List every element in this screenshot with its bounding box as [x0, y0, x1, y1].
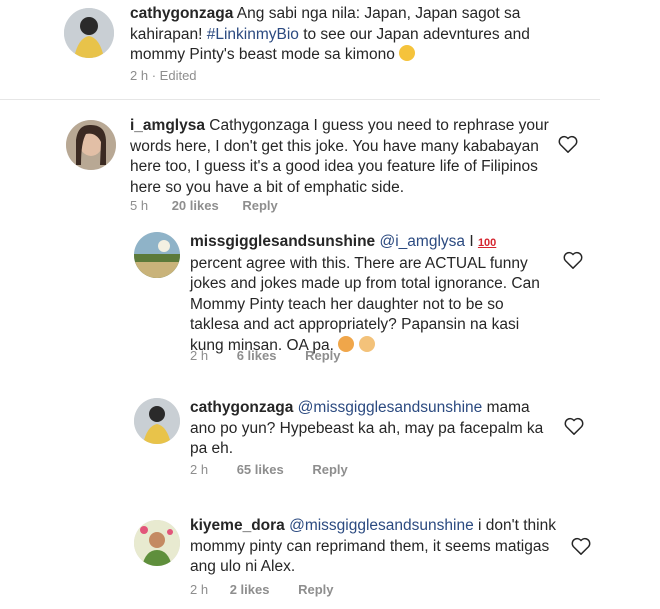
mention-link[interactable]: @i_amglysa	[380, 233, 466, 250]
hashtag-link[interactable]: #LinkinmyBio	[207, 26, 299, 43]
reply-button[interactable]: Reply	[305, 348, 340, 363]
reply-button[interactable]: Reply	[298, 582, 333, 597]
mention-link[interactable]: @missgigglesandsunshine	[289, 517, 474, 534]
comment-time: 2 h	[190, 462, 209, 477]
reply-button[interactable]: Reply	[312, 462, 347, 477]
comment-meta: 5 h 20 likes Reply	[130, 198, 278, 213]
comment-meta: 2 h 2 likes Reply	[190, 582, 334, 597]
separator: ·	[151, 68, 157, 83]
heart-outline-icon[interactable]	[563, 416, 585, 436]
heart-outline-icon[interactable]	[570, 536, 592, 556]
fingers-crossed-emoji	[358, 335, 375, 352]
heart-outline-icon[interactable]	[557, 134, 579, 154]
avatar[interactable]	[66, 120, 116, 170]
hundred-points-emoji: 100	[477, 237, 497, 249]
divider	[0, 99, 600, 100]
comment-meta: 2 h 6 likes Reply	[190, 348, 341, 363]
comment-time: 2 h	[190, 582, 209, 597]
avatar[interactable]	[134, 520, 180, 566]
comment-text: i_amglysa Cathygonzaga I guess you need …	[130, 116, 550, 198]
reply-button[interactable]: Reply	[242, 198, 277, 213]
grinning-sweat-emoji	[399, 45, 416, 61]
likes-count[interactable]: 6 likes	[237, 348, 277, 363]
likes-count[interactable]: 20 likes	[172, 198, 219, 213]
likes-count[interactable]: 2 likes	[230, 582, 270, 597]
avatar[interactable]	[64, 8, 114, 58]
comment-text: cathygonzaga Ang sabi nga nila: Japan, J…	[130, 4, 550, 66]
comment-username[interactable]: cathygonzaga	[190, 399, 293, 416]
comment-text: missgigglesandsunshine @i_amglysa I 100 …	[190, 232, 550, 356]
comment-username[interactable]: kiyeme_dora	[190, 517, 285, 534]
comment-body-pre: I	[465, 233, 478, 250]
avatar[interactable]	[134, 232, 180, 278]
comment-time: 2 h	[130, 68, 149, 83]
comment-meta: 2 h · Edited	[130, 68, 197, 83]
avatar[interactable]	[134, 398, 180, 444]
comment-text: cathygonzaga @missgigglesandsunshine mam…	[190, 398, 550, 460]
comment-username[interactable]: i_amglysa	[130, 117, 205, 134]
heart-outline-icon[interactable]	[562, 250, 584, 270]
comment-time: 5 h	[130, 198, 149, 213]
comment-meta: 2 h 65 likes Reply	[190, 462, 348, 477]
edited-label: Edited	[159, 68, 197, 83]
comment-time: 2 h	[190, 348, 209, 363]
comment-text: kiyeme_dora @missgigglesandsunshine i do…	[190, 516, 570, 578]
comment-username[interactable]: missgigglesandsunshine	[190, 233, 375, 250]
comment-username[interactable]: cathygonzaga	[130, 5, 233, 22]
mention-link[interactable]: @missgigglesandsunshine	[298, 399, 483, 416]
likes-count[interactable]: 65 likes	[237, 462, 284, 477]
